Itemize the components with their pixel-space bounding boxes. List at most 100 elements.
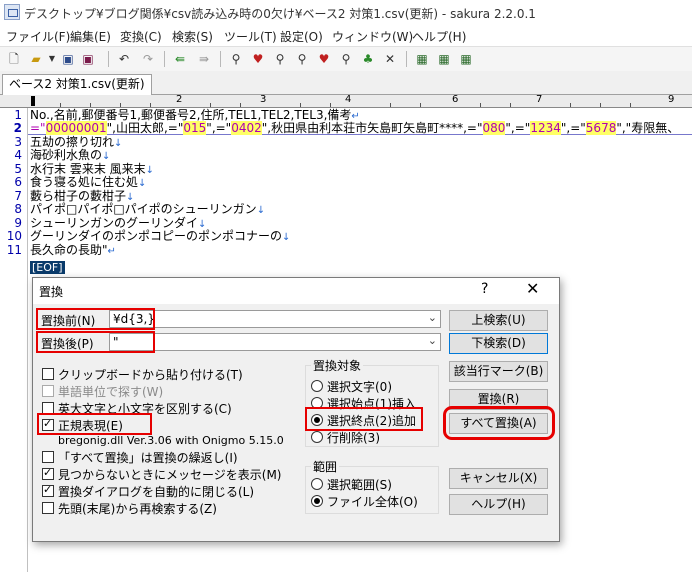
tile-vertical-icon[interactable]: ▦ [436,51,452,67]
checkbox-icon[interactable] [42,483,54,497]
editor-line: 長久命の長助"↵ [30,243,116,257]
replace-dialog: 置換 ? ✕ 置換前(N) ¥d{3,} ⌄ 置換後(P) " ⌄ クリップボー… [32,277,560,542]
chevron-down-icon[interactable]: ⌄ [428,311,437,324]
mark-all-button[interactable]: 該当行マーク(B) [449,361,548,382]
line-text: ",=" [505,121,531,135]
option-wrap-search[interactable]: 先頭(末尾)から再検索する(Z) [42,500,217,516]
option-auto-close[interactable]: 置換ダイアログを自動的に閉じる(L) [42,483,254,499]
undo-icon[interactable]: ↶ [116,51,132,67]
bookmark-next-icon[interactable]: ♣ [360,51,376,67]
tile-icon[interactable]: ▦ [414,51,430,67]
target-append-end[interactable]: 選択終点(2)追加 [311,412,416,428]
bookmark-icon[interactable]: ⚲ [338,51,354,67]
menu-tools[interactable]: ツール(T) [224,28,277,45]
line-text: No.,名前,郵便番号1,郵便番号2,住所,TEL1,TEL2,TEL3,備考 [30,108,352,122]
chevron-down-icon[interactable]: ⌄ [428,334,437,347]
radio-icon[interactable] [311,431,323,443]
search-down-button[interactable]: 下検索(D) [449,333,548,354]
checkbox-icon[interactable] [42,417,54,431]
dropdown-icon[interactable]: ▼ [44,51,60,67]
radio-icon[interactable] [311,397,323,409]
search-next-icon[interactable]: ⚲ [272,51,288,67]
open-folder-icon[interactable]: ▰ [28,51,44,67]
find-label: 置換前(N) [41,314,96,328]
redo-icon[interactable]: ↷ [140,51,156,67]
editor-line: 藪ら柑子の藪柑子↓ [30,189,134,203]
search-down-icon[interactable]: ⚲ [228,51,244,67]
close-icon[interactable]: ✕ [526,279,539,298]
option-label: 英大文字と小文字を区別する(C) [58,401,232,416]
bookmark-clear-icon[interactable]: ✕ [382,51,398,67]
checkbox-icon[interactable] [42,385,54,397]
line-text: 海砂利水魚の [30,148,103,162]
line-text: ",山田太郎,=" [106,121,184,135]
target-delete-line[interactable]: 行削除(3) [311,429,380,445]
tile-horizontal-icon[interactable]: ▦ [458,51,474,67]
title-bar: デスクトップ¥ブログ関係¥csv読み込み時の0欠け¥ベース2 対策1.csv(更… [0,0,692,27]
ruler-number: 9 [668,95,675,105]
option-replace-all-repeat[interactable]: 「すべて置換」は置換の繰返し(I) [42,449,238,465]
menu-search[interactable]: 検索(S) [172,28,213,45]
option-case-sensitive[interactable]: 英大文字と小文字を区別する(C) [42,400,232,416]
line-text: 水行末 雲来末 風来末 [30,162,146,176]
menu-help[interactable]: ヘルプ(H) [412,28,466,45]
menu-bar: ファイル(F) 編集(E) 変換(C) 検索(S) ツール(T) 設定(O) ウ… [0,26,692,46]
search-prev-icon[interactable]: ⚲ [294,51,310,67]
menu-settings[interactable]: 設定(O) [280,28,323,45]
line-text: グーリンダイのポンポコピーのポンポコナーの [30,229,283,243]
newline-icon: ↓ [102,151,111,162]
ruler-tick [510,103,511,107]
radio-icon[interactable] [311,478,323,490]
newline-icon: ↓ [114,138,123,149]
toolbar-separator [406,51,407,67]
ruler-tick [300,103,301,107]
help-button[interactable]: ヘルプ(H) [449,494,548,515]
menu-file[interactable]: ファイル(F) [6,28,70,45]
jump-back-icon[interactable]: ⇚ [172,51,188,67]
menu-edit[interactable]: 編集(E) [70,28,111,45]
radio-icon[interactable] [311,380,323,392]
help-icon[interactable]: ? [481,281,488,297]
option-word-unit[interactable]: 単語単位で探す(W) [42,383,163,399]
new-file-icon[interactable]: 🗋 [6,51,22,67]
grep-icon[interactable]: ♥ [316,51,332,67]
replace-all-button[interactable]: すべて置換(A) [449,413,548,434]
menu-convert[interactable]: 変換(C) [120,28,162,45]
option-paste-clipboard[interactable]: クリップボードから貼り付ける(T) [42,366,243,382]
target-insert-start[interactable]: 選択始点(1)挿入 [311,395,416,411]
find-input[interactable]: ¥d{3,} ⌄ [109,310,441,328]
checkbox-icon[interactable] [42,451,54,463]
checkbox-icon[interactable] [42,402,54,414]
search-up-button[interactable]: 上検索(U) [449,310,548,331]
save-all-icon[interactable]: ▣ [80,51,96,67]
ruler-tick [60,103,61,107]
checkbox-icon[interactable] [42,502,54,514]
checkbox-icon[interactable] [42,368,54,380]
target-selected-text[interactable]: 選択文字(0) [311,378,392,394]
cancel-button[interactable]: キャンセル(X) [449,468,548,489]
radio-label: 選択範囲(S) [327,477,392,492]
range-whole-file[interactable]: ファイル全体(O) [311,493,418,509]
ruler: 2 3 4 6 7 9 [0,95,692,108]
replace-button[interactable]: 置換(R) [449,389,548,410]
radio-label: 行削除(3) [327,430,380,445]
radio-icon[interactable] [311,414,323,426]
option-regex[interactable]: 正規表現(E) [42,417,123,433]
menu-window[interactable]: ウィンドウ(W) [332,28,413,45]
checkbox-icon[interactable] [42,466,54,480]
search-up-icon[interactable]: ♥ [250,51,266,67]
jump-forward-icon[interactable]: ⇛ [196,51,212,67]
match-highlight: 080 [482,121,506,135]
range-selection[interactable]: 選択範囲(S) [311,476,392,492]
match-highlight: 015 [183,121,207,135]
replace-input[interactable]: " ⌄ [109,333,441,351]
ruler-number: 2 [176,95,183,105]
regex-library-info: bregonig.dll Ver.3.06 with Onigmo 5.15.0 [58,434,284,447]
line-number: 7 [14,189,22,203]
save-icon[interactable]: ▣ [60,51,76,67]
line-text: 食う寝る処に住む処 [30,175,139,189]
tab-file[interactable]: ベース2 対策1.csv(更新) [2,74,152,95]
toolbar-separator [108,51,109,67]
radio-icon[interactable] [311,495,323,507]
option-show-not-found[interactable]: 見つからないときにメッセージを表示(M) [42,466,281,482]
